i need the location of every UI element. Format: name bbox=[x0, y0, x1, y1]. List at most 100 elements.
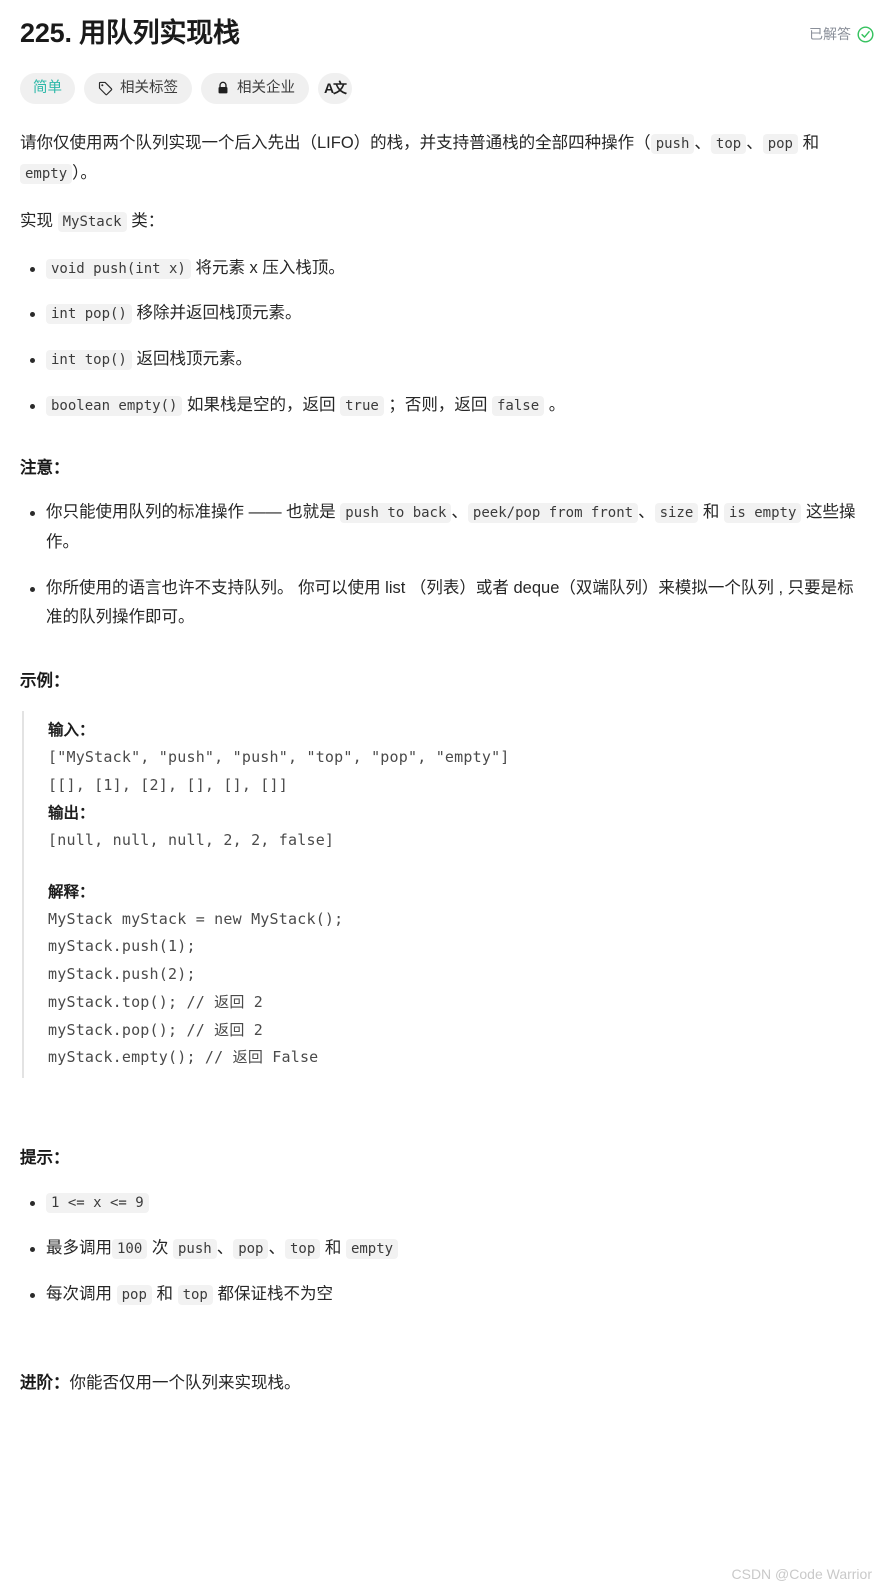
code-mystack: MyStack bbox=[57, 211, 127, 232]
list-item: int pop() 移除并返回栈顶元素。 bbox=[30, 299, 856, 329]
example-input-code: ["MyStack", "push", "push", "top", "pop"… bbox=[48, 748, 510, 794]
check-circle-icon bbox=[857, 25, 874, 43]
implement-suffix: 类： bbox=[126, 211, 165, 230]
code-100: 100 bbox=[112, 1238, 148, 1259]
list-item: 最多调用 100 次 push、 pop、 top 和 empty bbox=[30, 1234, 856, 1264]
method-desc-a: 如果栈是空的，返回 bbox=[182, 395, 341, 414]
hints-list: 1 <= x <= 9 最多调用 100 次 push、 pop、 top 和 emp… bbox=[20, 1188, 874, 1309]
code-hint-empty: empty bbox=[345, 1238, 399, 1259]
example-spacer bbox=[48, 855, 812, 879]
status-badge-label: 已解答 bbox=[809, 26, 851, 42]
code-hint3-pop: pop bbox=[116, 1284, 152, 1305]
hint-text-e: 和 bbox=[320, 1238, 346, 1257]
note-text-2: 你所使用的语言也许不支持队列。 你可以使用 list （列表）或者 deque（… bbox=[46, 578, 854, 627]
problem-title-text: 用队列实现栈 bbox=[79, 18, 240, 48]
notes-heading: 注意： bbox=[20, 459, 70, 478]
method-desc-c: 。 bbox=[544, 395, 566, 414]
code-top: top bbox=[710, 133, 747, 154]
method-desc: 移除并返回栈顶元素。 bbox=[131, 304, 302, 323]
example-output-label: 输出： bbox=[48, 804, 95, 822]
code-false: false bbox=[492, 395, 545, 416]
note-text-c: 、 bbox=[638, 503, 655, 522]
code-is-empty: is empty bbox=[723, 503, 802, 524]
hints-heading: 提示： bbox=[20, 1149, 70, 1168]
translate-button[interactable]: A文 bbox=[318, 72, 352, 104]
advanced-label: 进阶： bbox=[20, 1374, 70, 1393]
list-item: 你所使用的语言也许不支持队列。 你可以使用 list （列表）或者 deque（… bbox=[30, 574, 856, 633]
code-int-pop: int pop() bbox=[46, 304, 132, 325]
code-empty: empty bbox=[20, 163, 73, 184]
method-desc-b: ；否则，返回 bbox=[383, 395, 492, 414]
problem-page: 225. 用队列实现栈 已解答 简单 相关标签 相关企业 A文 请你仅使用两个队… bbox=[0, 0, 890, 1399]
tag-row: 简单 相关标签 相关企业 A文 bbox=[20, 72, 874, 104]
intro-text-4: 和 bbox=[798, 133, 820, 152]
code-int-top: int top() bbox=[46, 349, 132, 370]
example-heading: 示例： bbox=[20, 672, 70, 691]
list-item: 1 <= x <= 9 bbox=[30, 1188, 856, 1218]
translate-icon: A文 bbox=[323, 80, 347, 97]
hint-text-d: 、 bbox=[268, 1238, 285, 1257]
problem-content: 请你仅使用两个队列实现一个后入先出（LIFO）的栈，并支持普通栈的全部四种操作（… bbox=[20, 128, 874, 1399]
difficulty-badge[interactable]: 简单 bbox=[20, 72, 75, 104]
example-input-label: 输入： bbox=[48, 722, 95, 740]
advanced-line: 进阶：你能否仅用一个队列来实现栈。 bbox=[20, 1369, 874, 1399]
related-topics-button[interactable]: 相关标签 bbox=[84, 72, 192, 104]
hint-text-b: 次 bbox=[147, 1238, 173, 1257]
related-topics-label: 相关标签 bbox=[120, 79, 178, 96]
code-peek-pop-front: peek/pop from front bbox=[467, 503, 639, 524]
note-text-b: 、 bbox=[451, 503, 468, 522]
example-explain-code: MyStack myStack = new MyStack(); myStack… bbox=[48, 909, 344, 1067]
hint-text-3c: 都保证栈不为空 bbox=[212, 1284, 333, 1303]
list-item: int top() 返回栈顶元素。 bbox=[30, 345, 856, 375]
intro-text-1: 请你仅使用两个队列实现一个后入先出（LIFO）的栈，并支持普通栈的全部四种操作（ bbox=[20, 133, 651, 152]
related-companies-label: 相关企业 bbox=[237, 79, 295, 96]
intro-text-5: ）。 bbox=[72, 163, 97, 182]
code-true: true bbox=[340, 395, 384, 416]
code-hint-top: top bbox=[284, 1238, 321, 1259]
intro-text-3: 、 bbox=[746, 133, 763, 152]
hint-text-a: 最多调用 bbox=[46, 1238, 112, 1257]
implement-line: 实现 MyStack 类： bbox=[20, 206, 820, 236]
description-intro: 请你仅使用两个队列实现一个后入先出（LIFO）的栈，并支持普通栈的全部四种操作（… bbox=[20, 128, 820, 188]
problem-number: 225. bbox=[20, 18, 72, 48]
list-item: 每次调用 pop 和 top 都保证栈不为空 bbox=[30, 1280, 856, 1310]
method-desc: 返回栈顶元素。 bbox=[131, 349, 252, 368]
code-boolean-empty: boolean empty() bbox=[46, 395, 183, 416]
page-title: 225. 用队列实现栈 bbox=[20, 14, 240, 51]
advanced-text: 你能否仅用一个队列来实现栈。 bbox=[69, 1374, 301, 1393]
code-push: push bbox=[650, 133, 695, 154]
status-badge: 已解答 bbox=[809, 14, 874, 44]
problem-header: 225. 用队列实现栈 已解答 bbox=[20, 14, 874, 51]
note-text-a: 你只能使用队列的标准操作 —— 也就是 bbox=[46, 503, 341, 522]
related-companies-button[interactable]: 相关企业 bbox=[201, 72, 309, 104]
note-text-d: 和 bbox=[698, 503, 724, 522]
method-desc: 将元素 x 压入栈顶。 bbox=[190, 258, 345, 277]
hint-text-c: 、 bbox=[216, 1238, 234, 1257]
difficulty-label: 简单 bbox=[33, 79, 62, 96]
example-explain-label: 解释： bbox=[48, 883, 95, 901]
code-size: size bbox=[654, 503, 699, 524]
example-output-code: [null, null, null, 2, 2, false] bbox=[48, 830, 335, 849]
watermark: CSDN @Code Warrior bbox=[731, 1566, 873, 1582]
example-block: 输入： ["MyStack", "push", "push", "top", "… bbox=[22, 711, 812, 1079]
list-item: void push(int x) 将元素 x 压入栈顶。 bbox=[30, 254, 856, 284]
code-hint-push: push bbox=[172, 1238, 217, 1259]
code-constraint-x: 1 <= x <= 9 bbox=[46, 1193, 149, 1214]
hint-text-3a: 每次调用 bbox=[46, 1284, 117, 1303]
list-item: boolean empty() 如果栈是空的，返回 true ；否则，返回 fa… bbox=[30, 391, 856, 421]
list-item: 你只能使用队列的标准操作 —— 也就是 push to back、 peek/po… bbox=[30, 498, 856, 557]
notes-list: 你只能使用队列的标准操作 —— 也就是 push to back、 peek/po… bbox=[20, 498, 874, 633]
hint-text-3b: 和 bbox=[151, 1284, 178, 1303]
code-hint-pop: pop bbox=[233, 1238, 269, 1259]
code-pop: pop bbox=[762, 133, 798, 154]
code-push-to-back: push to back bbox=[340, 503, 452, 524]
implement-prefix: 实现 bbox=[20, 211, 58, 230]
intro-text-2: 、 bbox=[694, 133, 711, 152]
lock-icon bbox=[215, 81, 230, 96]
tag-icon bbox=[98, 81, 113, 96]
method-list: void push(int x) 将元素 x 压入栈顶。 int pop() 移… bbox=[20, 254, 874, 421]
code-hint3-top: top bbox=[177, 1284, 213, 1305]
